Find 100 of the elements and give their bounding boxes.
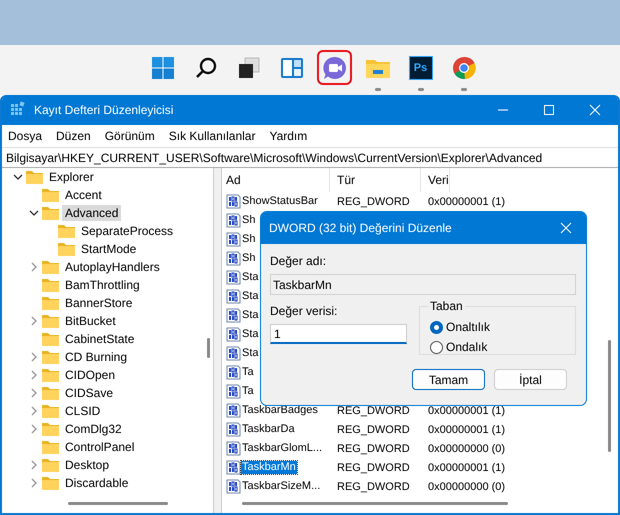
value-name[interactable]: Sta <box>241 271 260 284</box>
value-name[interactable]: TaskbarSizeM... <box>241 480 322 493</box>
value-name[interactable]: TaskbarMn <box>241 461 297 474</box>
value-name-field[interactable]: TaskbarMn <box>270 274 576 295</box>
value-type: REG_DWORD <box>337 480 410 492</box>
tree-item[interactable]: CIDOpen <box>62 367 118 383</box>
value-name[interactable]: Ta <box>241 366 255 379</box>
close-icon <box>589 104 601 116</box>
folder-icon <box>42 206 59 220</box>
value-type: REG_DWORD <box>337 404 410 416</box>
value-data: 0x00000001 (1) <box>428 462 506 474</box>
value-type: REG_DWORD <box>337 462 410 474</box>
binary-value-icon <box>226 365 241 380</box>
folder-icon <box>42 458 59 472</box>
binary-value-icon <box>226 346 241 361</box>
tree-item[interactable]: CabinetState <box>62 331 138 347</box>
tree-item[interactable]: AutoplayHandlers <box>62 259 163 275</box>
tree-item[interactable]: Explorer <box>46 169 97 185</box>
value-name[interactable]: Sta <box>241 290 260 303</box>
tree-item[interactable]: SeparateProcess <box>78 223 176 239</box>
binary-value-icon <box>226 441 241 456</box>
radio-label[interactable]: Ondalık <box>446 340 488 354</box>
value-name[interactable]: Sta <box>241 347 260 360</box>
binary-value-icon <box>226 403 241 418</box>
value-name[interactable]: TaskbarGlomL... <box>241 442 324 455</box>
browser-icon <box>452 56 476 80</box>
binary-value-icon <box>226 327 241 342</box>
radio-button[interactable] <box>430 320 443 334</box>
dialog-button[interactable]: Tamam <box>412 369 485 390</box>
binary-value-icon <box>226 422 241 437</box>
value-data: 0x00000001 (1) <box>428 404 506 416</box>
tree-item[interactable]: Desktop <box>62 457 112 473</box>
folder-icon <box>58 224 75 238</box>
chat-icon <box>322 54 348 80</box>
column-header[interactable]: Ad <box>222 168 330 192</box>
tree-item[interactable]: CIDSave <box>62 385 116 401</box>
radio-button[interactable] <box>430 340 443 354</box>
value-name[interactable]: Sta <box>241 309 260 322</box>
address-bar[interactable]: Bilgisayar\HKEY_CURRENT_USER\Software\Microsoft\Windows\CurrentVersion\Explorer\Advanced <box>2 147 618 168</box>
tree-item[interactable]: CLSID <box>62 403 104 419</box>
menu-item[interactable]: Dosya <box>8 129 42 143</box>
scrollbar-thumb[interactable] <box>207 338 210 358</box>
tree-item[interactable]: CD Burning <box>62 349 130 365</box>
folder-icon <box>42 278 59 292</box>
folder-icon <box>42 296 59 310</box>
tree-item[interactable]: StartMode <box>78 241 140 257</box>
tree-item[interactable]: BitBucket <box>62 313 119 329</box>
tree-item[interactable]: ControlPanel <box>62 439 138 455</box>
value-data-field[interactable]: 1 <box>270 324 407 344</box>
scrollbar-thumb[interactable] <box>608 340 611 452</box>
folder-icon <box>42 386 59 400</box>
binary-value-icon <box>226 460 241 475</box>
menu-item[interactable]: Görünüm <box>104 129 155 143</box>
folder-icon <box>42 404 59 418</box>
tree-item[interactable]: Discardable <box>62 475 132 491</box>
photoshop-icon: Ps <box>408 56 432 80</box>
dialog-button[interactable]: İptal <box>494 369 567 390</box>
menu-item[interactable]: Düzen <box>56 129 91 143</box>
tree-item[interactable]: Advanced <box>62 205 122 221</box>
column-header[interactable]: Veri <box>421 168 450 192</box>
window-title: Kayıt Defteri Düzenleyicisi <box>34 103 174 117</box>
dialog-title: DWORD (32 bit) Değerini Düzenle <box>269 221 453 235</box>
tree-item[interactable]: ComDlg32 <box>62 421 125 437</box>
column-header[interactable]: Tür <box>330 168 421 192</box>
value-name[interactable]: Sh <box>241 233 256 246</box>
menu-item[interactable]: Yardım <box>269 129 308 143</box>
binary-value-icon <box>226 270 241 285</box>
folder-icon <box>42 368 59 382</box>
radio-label[interactable]: Onaltılık <box>446 320 490 334</box>
group-title: Taban <box>429 299 464 313</box>
scrollbar-thumb[interactable] <box>68 502 168 505</box>
value-name[interactable]: Sta <box>241 328 260 341</box>
folder-icon <box>42 314 59 328</box>
folder-icon <box>42 332 59 346</box>
binary-value-icon <box>226 384 241 399</box>
tree-item[interactable]: Accent <box>62 187 105 203</box>
value-type: REG_DWORD <box>337 442 410 454</box>
binary-value-icon <box>226 194 241 209</box>
folder-icon <box>42 440 59 454</box>
menu-item[interactable]: Sık Kullanılanlar <box>168 129 256 143</box>
scrollbar-thumb[interactable] <box>242 502 508 505</box>
value-data: 0x00000001 (1) <box>428 196 506 208</box>
value-name[interactable]: TaskbarDa <box>241 423 296 436</box>
folder-icon <box>42 188 59 202</box>
value-name[interactable]: Sh <box>241 214 256 227</box>
tree-item[interactable]: BannerStore <box>62 295 136 311</box>
value-name[interactable]: Sh <box>241 252 256 265</box>
taskbar-button[interactable]: Ps <box>403 50 438 85</box>
value-name[interactable]: ShowStatusBar <box>241 195 319 208</box>
value-name[interactable]: Ta <box>241 385 255 398</box>
binary-value-icon <box>226 232 241 247</box>
task-view-icon <box>236 56 260 80</box>
binary-value-icon <box>226 479 241 494</box>
folder-icon <box>58 242 75 256</box>
value-name[interactable]: TaskbarBadges <box>241 404 319 417</box>
maximize-icon <box>543 104 555 116</box>
folder-icon <box>42 350 59 364</box>
tree-item[interactable]: BamThrottling <box>62 277 143 293</box>
folder-icon <box>42 476 59 490</box>
value-type: REG_DWORD <box>337 196 410 208</box>
